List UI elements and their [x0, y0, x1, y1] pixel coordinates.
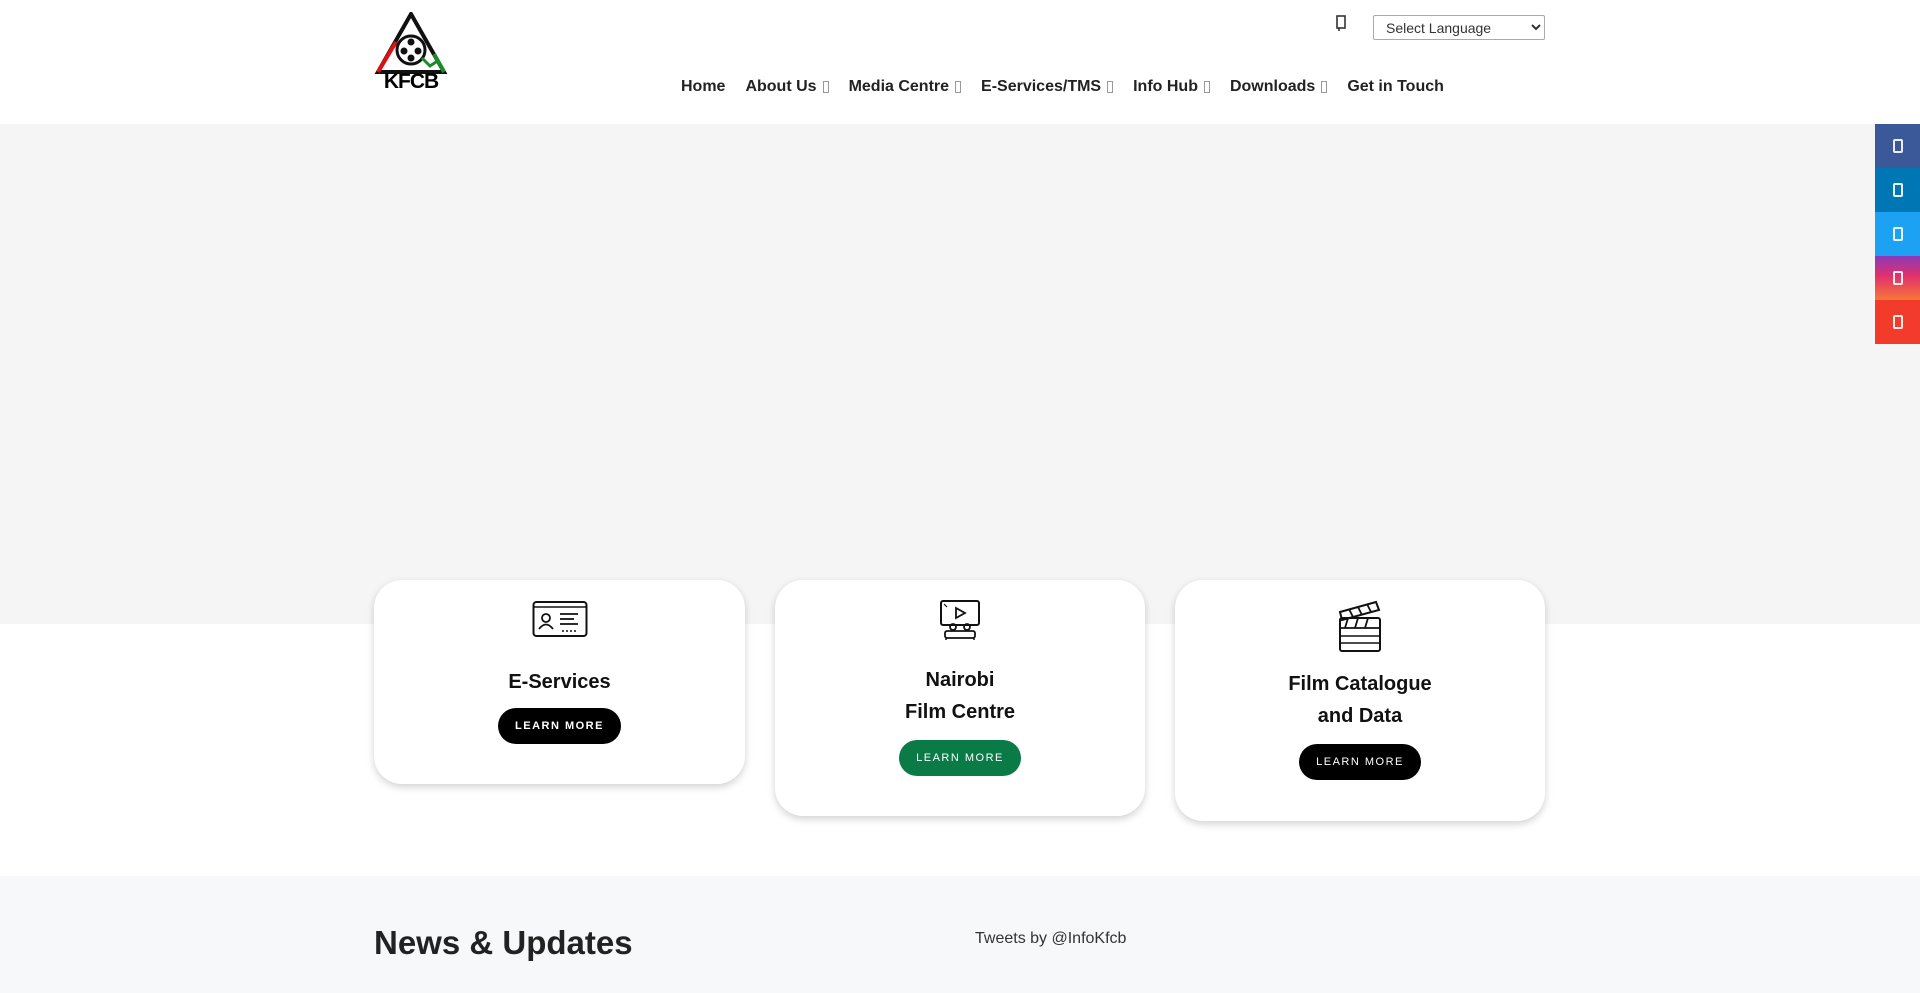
learn-more-button[interactable]: LEARN MORE — [498, 708, 621, 744]
facebook-icon — [1892, 139, 1903, 153]
linkedin-button[interactable] — [1875, 168, 1920, 212]
tweets-link[interactable]: Tweets by @InfoKfcb — [975, 930, 1126, 948]
logo-text: KFCB — [383, 70, 439, 93]
clapperboard-icon — [1332, 600, 1388, 652]
card-title-line: Film Centre — [904, 701, 1016, 723]
card-title-line: Nairobi — [925, 669, 995, 691]
news-title: News & Updates — [374, 924, 633, 961]
card-title: Film Catalogue and Data — [1288, 668, 1431, 732]
dropdown-icon — [1321, 81, 1328, 93]
search-icon[interactable] — [1336, 14, 1350, 32]
site-header: KFCB Select Language Home About Us Media… — [0, 0, 1920, 124]
nav-media-centre[interactable]: Media Centre — [848, 78, 962, 96]
card-title: E-Services — [508, 666, 610, 698]
language-select[interactable]: Select Language — [1373, 15, 1545, 40]
learn-more-button[interactable]: LEARN MORE — [899, 740, 1021, 776]
card-film-catalogue: Film Catalogue and Data LEARN MORE — [1175, 580, 1545, 821]
id-card-icon — [532, 600, 588, 640]
instagram-icon — [1892, 271, 1903, 285]
nav-label: Home — [681, 78, 726, 95]
nav-info-hub[interactable]: Info Hub — [1133, 78, 1210, 96]
card-title-line: Film Catalogue — [1288, 673, 1432, 695]
nav-e-services-tms[interactable]: E-Services/TMS — [981, 78, 1114, 96]
card-nairobi-film-centre: Nairobi Film Centre LEARN MORE — [775, 580, 1145, 816]
instagram-button[interactable] — [1875, 256, 1920, 300]
nav-label: E-Services/TMS — [981, 78, 1102, 95]
dropdown-icon — [1203, 81, 1210, 93]
nav-label: Media Centre — [848, 78, 950, 95]
dropdown-icon — [1107, 81, 1114, 93]
facebook-button[interactable] — [1875, 124, 1920, 168]
card-e-services: E-Services LEARN MORE — [374, 580, 745, 784]
nav-label: Downloads — [1229, 78, 1316, 95]
learn-more-button[interactable]: LEARN MORE — [1299, 744, 1421, 780]
youtube-icon — [1892, 315, 1903, 329]
social-sidebar — [1875, 124, 1920, 344]
nav-label: Get in Touch — [1347, 78, 1444, 95]
nav-about-us[interactable]: About Us — [745, 78, 829, 96]
cinema-screen-icon — [932, 600, 988, 640]
hero-banner — [0, 124, 1920, 624]
card-title-line: E-Services — [508, 671, 611, 693]
nav-label: About Us — [745, 78, 817, 95]
dropdown-icon — [822, 81, 829, 93]
dropdown-icon — [955, 81, 962, 93]
nav-get-in-touch[interactable]: Get in Touch — [1347, 78, 1444, 96]
youtube-button[interactable] — [1875, 300, 1920, 344]
card-title: Nairobi Film Centre — [905, 664, 1015, 728]
card-title-line: and Data — [1317, 705, 1403, 727]
page: KFCB Select Language Home About Us Media… — [0, 0, 1920, 993]
news-section: News & Updates Tweets by @InfoKfcb — [0, 876, 1920, 993]
twitter-icon — [1892, 227, 1903, 241]
nav-label: Info Hub — [1133, 78, 1198, 95]
main-nav: Home About Us Media Centre E-Services/TM… — [681, 76, 1464, 98]
linkedin-icon — [1892, 183, 1903, 197]
twitter-button[interactable] — [1875, 212, 1920, 256]
nav-home[interactable]: Home — [681, 78, 725, 96]
kfcb-logo[interactable]: KFCB — [374, 9, 448, 96]
nav-downloads[interactable]: Downloads — [1229, 78, 1328, 96]
